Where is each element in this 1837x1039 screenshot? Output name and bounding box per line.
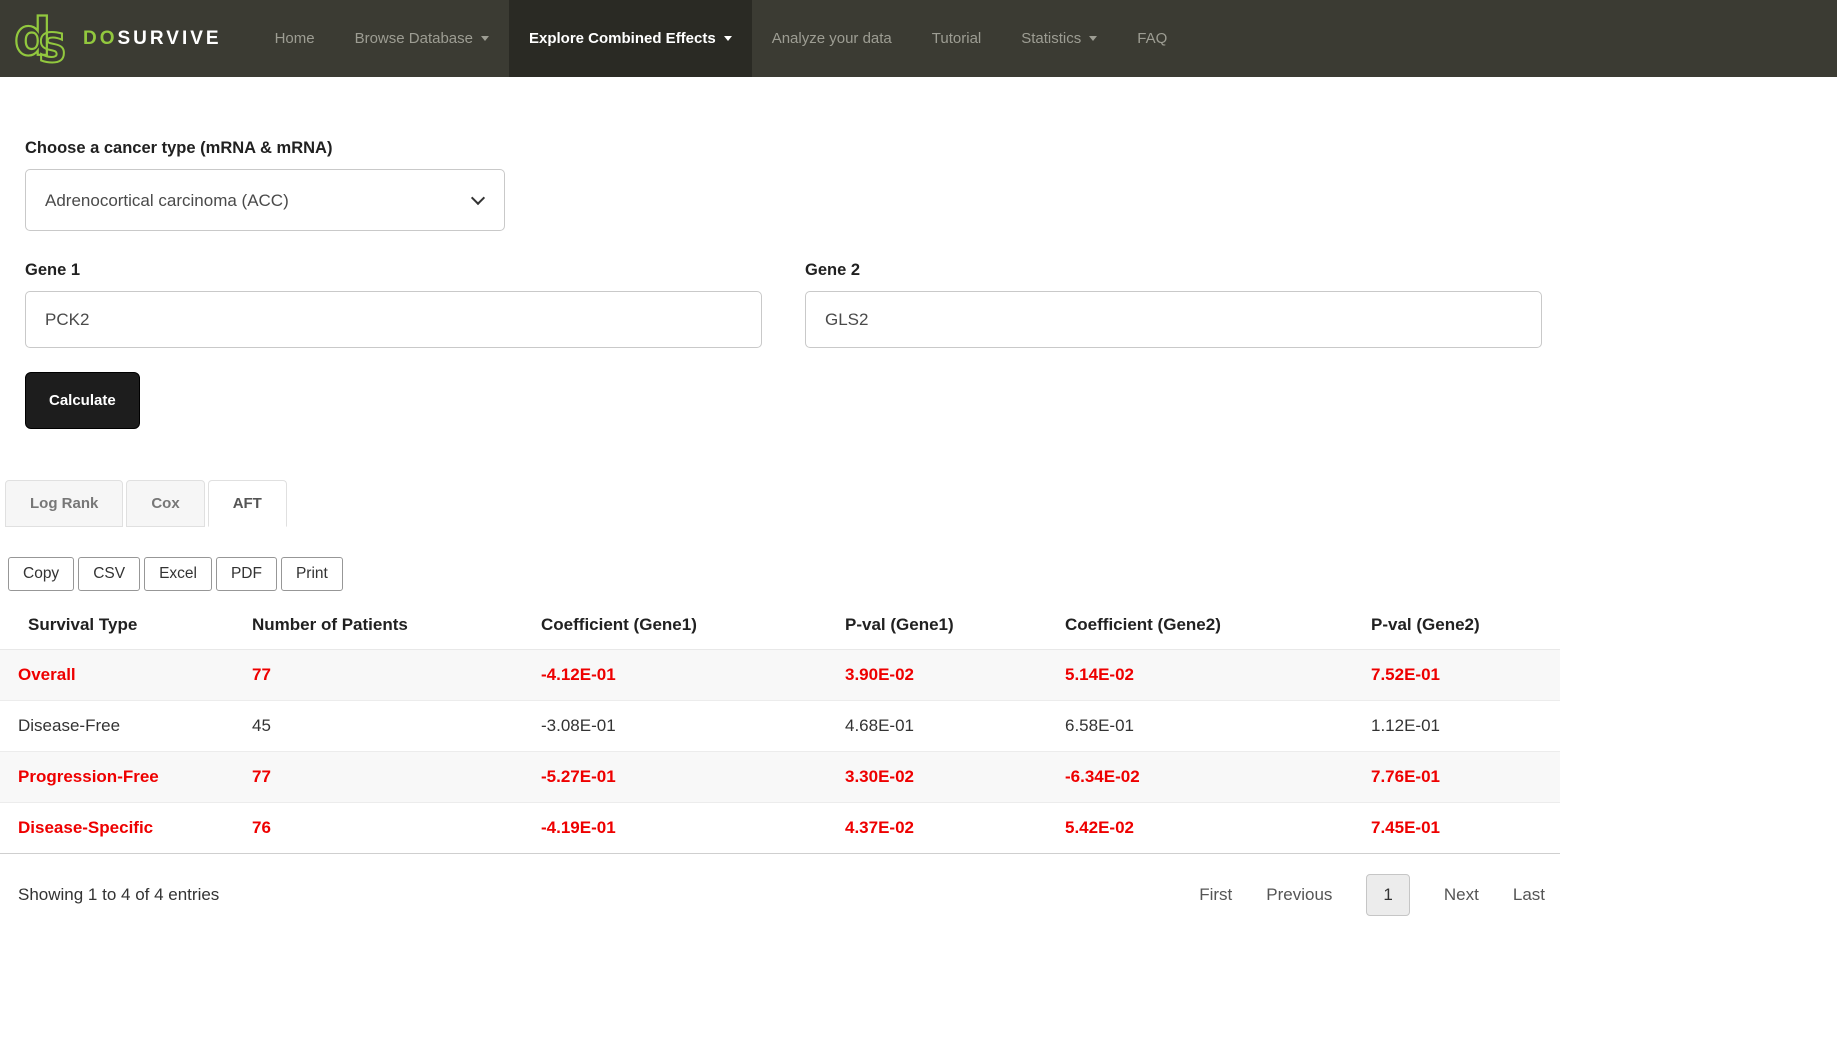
- gene2-block: Gene 2: [805, 261, 1542, 348]
- gene1-input[interactable]: [25, 291, 762, 348]
- cell-coefficient-gene2: 6.58E-01: [1065, 716, 1134, 735]
- cell-pval-gene2: 7.52E-01: [1371, 665, 1440, 684]
- table-row-disease-specific: Disease-Specific 76 -4.19E-01 4.37E-02 5…: [0, 802, 1560, 854]
- cell-survival-type: Overall: [18, 665, 76, 684]
- cell-coefficient-gene2: -6.34E-02: [1065, 767, 1140, 786]
- pagination-previous[interactable]: Previous: [1266, 885, 1332, 905]
- brand-name: DOSURVIVE: [83, 28, 222, 50]
- caret-down-icon: [481, 36, 489, 41]
- table-info: Showing 1 to 4 of 4 entries: [18, 885, 220, 904]
- nav-statistics[interactable]: Statistics: [1001, 0, 1117, 77]
- cell-pval-gene2: 7.45E-01: [1371, 818, 1440, 837]
- navbar: d S DOSURVIVE Home Browse Database Explo…: [0, 0, 1837, 77]
- copy-button[interactable]: Copy: [8, 557, 75, 591]
- col-header-number-of-patients[interactable]: Number of Patients: [234, 601, 523, 650]
- cell-pval-gene2: 7.76E-01: [1371, 767, 1440, 786]
- nav-analyze-your-data-label: Analyze your data: [771, 30, 892, 47]
- nav-home[interactable]: Home: [255, 0, 335, 77]
- tab-log-rank[interactable]: Log Rank: [5, 480, 124, 527]
- cancer-type-select-wrap: Adrenocortical carcinoma (ACC): [25, 169, 505, 231]
- cell-coefficient-gene2: 5.14E-02: [1065, 665, 1134, 684]
- main-nav: Home Browse Database Explore Combined Ef…: [255, 0, 1188, 77]
- cell-number-of-patients: 45: [252, 716, 271, 735]
- csv-button[interactable]: CSV: [78, 557, 141, 591]
- nav-faq[interactable]: FAQ: [1117, 0, 1187, 77]
- cell-pval-gene1: 4.37E-02: [845, 818, 914, 837]
- calculate-button[interactable]: Calculate: [25, 372, 140, 429]
- cell-coefficient-gene1: -3.08E-01: [541, 716, 616, 735]
- print-button[interactable]: Print: [280, 557, 343, 591]
- gene1-block: Gene 1: [25, 261, 762, 348]
- cancer-type-select[interactable]: Adrenocortical carcinoma (ACC): [25, 169, 505, 231]
- cell-survival-type: Disease-Specific: [18, 818, 154, 837]
- table-row-disease-free: Disease-Free 45 -3.08E-01 4.68E-01 6.58E…: [0, 700, 1560, 752]
- gene2-label: Gene 2: [805, 261, 861, 279]
- table-row-overall: Overall 77 -4.12E-01 3.90E-02 5.14E-02 7…: [0, 649, 1560, 701]
- cell-number-of-patients: 76: [252, 818, 271, 837]
- gene-inputs-row: Gene 1 Gene 2: [25, 261, 1560, 348]
- gene1-label: Gene 1: [25, 261, 81, 279]
- nav-home-label: Home: [274, 30, 315, 47]
- caret-down-icon: [1089, 36, 1098, 41]
- tab-cox[interactable]: Cox: [126, 480, 205, 527]
- brand[interactable]: d S DOSURVIVE: [0, 0, 222, 77]
- nav-analyze-your-data[interactable]: Analyze your data: [752, 0, 912, 77]
- gene2-input[interactable]: [805, 291, 1542, 348]
- cell-pval-gene1: 3.90E-02: [845, 665, 914, 684]
- export-buttons-row: Copy CSV Excel PDF Print: [8, 557, 1560, 591]
- tab-aft[interactable]: AFT: [207, 480, 287, 527]
- cell-pval-gene1: 4.68E-01: [845, 716, 914, 735]
- excel-button[interactable]: Excel: [144, 557, 212, 591]
- nav-explore-combined-effects-label: Explore Combined Effects: [529, 30, 716, 47]
- results-tabs: Log Rank Cox AFT: [5, 480, 1560, 527]
- nav-browse-database-label: Browse Database: [354, 30, 473, 47]
- brand-name-survive: SURVIVE: [117, 27, 222, 49]
- pdf-button[interactable]: PDF: [215, 557, 277, 591]
- pagination-first[interactable]: First: [1199, 885, 1232, 905]
- svg-text:S: S: [38, 26, 67, 68]
- table-header-row: Survival Type Number of Patients Coeffic…: [0, 601, 1560, 650]
- cell-survival-type: Progression-Free: [18, 767, 159, 786]
- col-header-survival-type[interactable]: Survival Type: [0, 601, 234, 650]
- cell-coefficient-gene1: -5.27E-01: [541, 767, 616, 786]
- col-header-pval-gene2[interactable]: P-val (Gene2): [1353, 601, 1560, 650]
- dosurvive-logo-icon: d S: [13, 10, 68, 68]
- col-header-pval-gene1[interactable]: P-val (Gene1): [827, 601, 1047, 650]
- nav-tutorial-label: Tutorial: [931, 30, 982, 47]
- pagination-page-1[interactable]: 1: [1366, 874, 1410, 916]
- table-row-progression-free: Progression-Free 77 -5.27E-01 3.30E-02 -…: [0, 751, 1560, 803]
- cell-pval-gene2: 1.12E-01: [1371, 716, 1440, 735]
- cell-coefficient-gene1: -4.19E-01: [541, 818, 616, 837]
- cell-number-of-patients: 77: [252, 665, 271, 684]
- brand-name-do: DO: [83, 27, 118, 49]
- pagination-last[interactable]: Last: [1513, 885, 1545, 905]
- nav-explore-combined-effects[interactable]: Explore Combined Effects: [509, 0, 752, 77]
- nav-browse-database[interactable]: Browse Database: [335, 0, 509, 77]
- main-content: Choose a cancer type (mRNA & mRNA) Adren…: [0, 77, 1560, 916]
- table-footer: Showing 1 to 4 of 4 entries First Previo…: [0, 854, 1560, 916]
- nav-statistics-label: Statistics: [1021, 30, 1082, 47]
- cell-coefficient-gene1: -4.12E-01: [541, 665, 616, 684]
- cell-number-of-patients: 77: [252, 767, 271, 786]
- results-table: Survival Type Number of Patients Coeffic…: [0, 601, 1560, 854]
- col-header-coefficient-gene1[interactable]: Coefficient (Gene1): [523, 601, 827, 650]
- pagination-next[interactable]: Next: [1444, 885, 1479, 905]
- nav-tutorial[interactable]: Tutorial: [912, 0, 1001, 77]
- caret-down-icon: [723, 36, 732, 41]
- cell-survival-type: Disease-Free: [18, 716, 121, 735]
- cell-coefficient-gene2: 5.42E-02: [1065, 818, 1134, 837]
- col-header-coefficient-gene2[interactable]: Coefficient (Gene2): [1047, 601, 1353, 650]
- nav-faq-label: FAQ: [1137, 30, 1168, 47]
- pagination: First Previous 1 Next Last: [1199, 874, 1545, 916]
- cancer-type-label: Choose a cancer type (mRNA & mRNA): [25, 139, 333, 157]
- cell-pval-gene1: 3.30E-02: [845, 767, 914, 786]
